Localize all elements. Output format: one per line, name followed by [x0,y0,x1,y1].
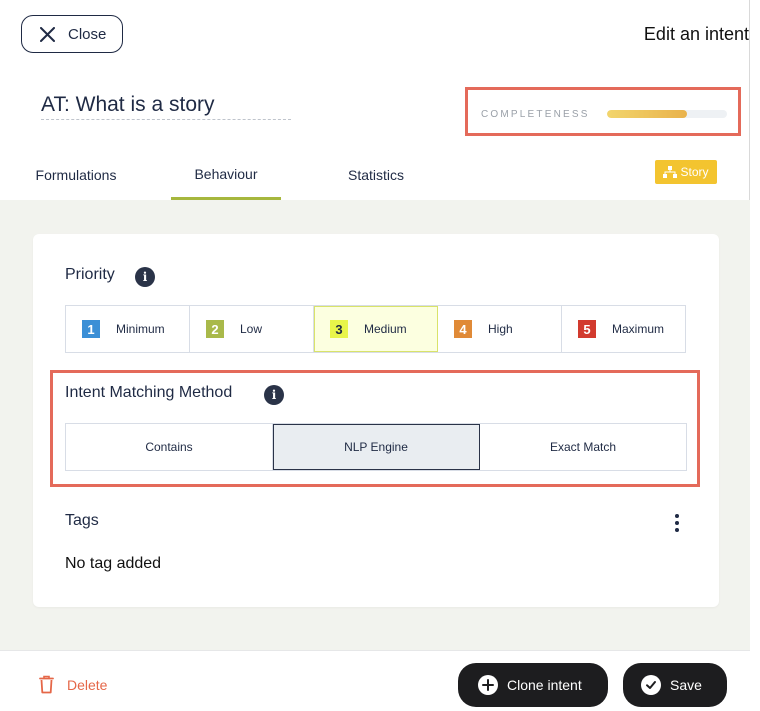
matching-method-highlight [50,370,700,487]
priority-number-badge: 5 [578,320,596,338]
story-badge[interactable]: Story [655,160,717,184]
save-button-label: Save [670,677,702,693]
priority-number-badge: 4 [454,320,472,338]
tab-statistics[interactable]: Statistics [320,150,432,200]
priority-option-label: Maximum [612,322,665,336]
priority-option-maximum[interactable]: 5 Maximum [562,306,685,352]
priority-option-high[interactable]: 4 High [438,306,562,352]
priority-option-label: High [488,322,513,336]
delete-button[interactable]: Delete [39,675,107,694]
priority-option-label: Low [240,322,263,336]
tab-formulations[interactable]: Formulations [20,150,132,200]
tab-bar: Formulations Behaviour Statistics [0,150,750,200]
priority-number-badge: 3 [330,320,348,338]
intent-name-field[interactable]: AT: What is a story [41,92,291,120]
tags-more-icon[interactable] [673,514,681,532]
completeness-progress-bar [607,110,727,118]
priority-info-icon[interactable]: i [135,267,155,287]
completeness-progress-fill [607,110,688,118]
panel-title: Edit an intent [643,24,749,44]
plus-icon [478,675,498,695]
completeness-label: COMPLETENESS [481,109,590,120]
hierarchy-icon [663,166,678,178]
priority-option-label: Minimum [116,322,165,336]
priority-number-badge: 1 [82,320,100,338]
priority-number-badge: 2 [206,320,224,338]
priority-title: Priority [65,266,115,283]
priority-option-label: Medium [364,322,407,336]
priority-option-low[interactable]: 2 Low [190,306,314,352]
tab-behaviour[interactable]: Behaviour [171,150,281,200]
tags-title: Tags [65,512,99,529]
delete-button-label: Delete [67,676,108,693]
check-icon [641,675,661,695]
close-button-label: Close [68,25,107,43]
story-badge-label: Story [680,165,709,179]
tags-empty-text: No tag added [65,555,162,572]
save-button[interactable]: Save [623,663,727,707]
trash-icon [39,675,54,694]
footer-bar: Delete Clone intent Save [0,650,750,711]
clone-intent-button[interactable]: Clone intent [458,663,608,707]
close-icon [40,26,55,42]
priority-selector: 1 Minimum 2 Low 3 Medium 4 High 5 Maximu… [65,305,686,353]
close-button[interactable]: Close [21,15,123,53]
clone-intent-label: Clone intent [507,677,582,693]
edit-intent-panel: Close Edit an intent AT: What is a story… [0,0,750,711]
priority-option-minimum[interactable]: 1 Minimum [66,306,190,352]
priority-option-medium[interactable]: 3 Medium [314,306,438,352]
